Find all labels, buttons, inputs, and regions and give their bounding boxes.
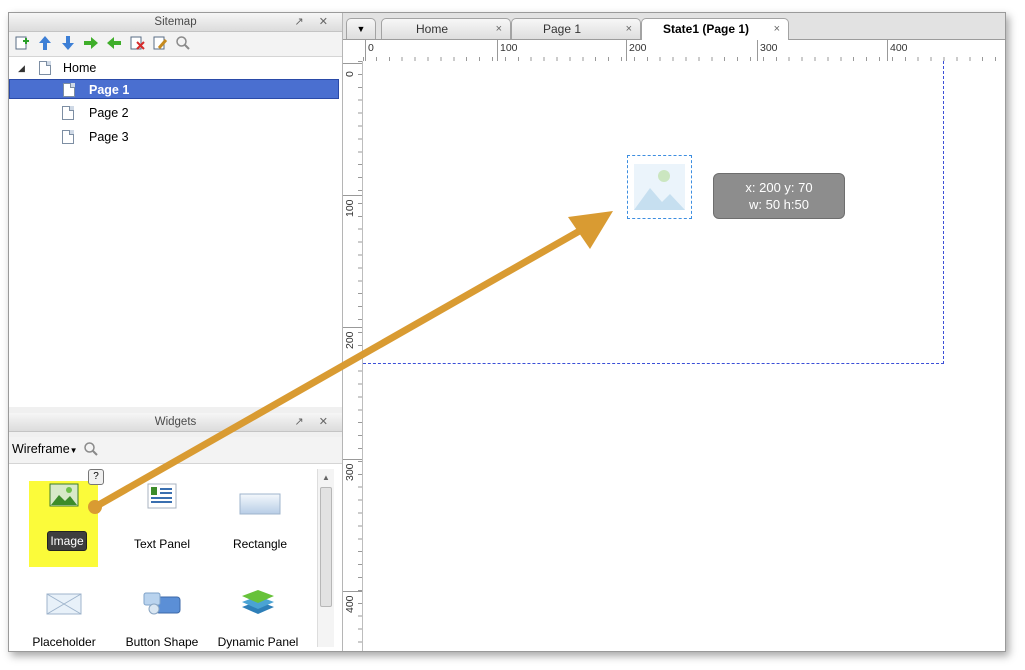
axure-window: Sitemap ↗ ✕ ◢ Home Page 1 Page 2 Page 3 … [8, 12, 1006, 652]
drag-arrow-annotation [88, 211, 613, 514]
